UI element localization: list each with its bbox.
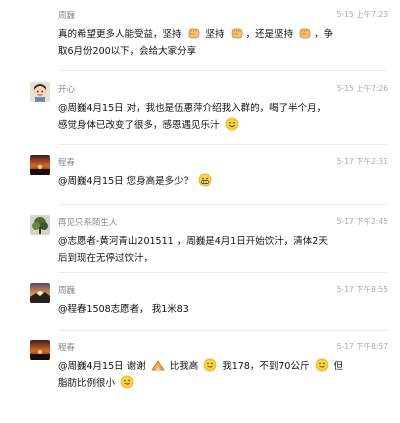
comment-text-line: 脂肪比例很小	[58, 375, 378, 392]
comment-text: 真的希望更多人能受益，坚持 坚持 ，还是坚持 ，争取6月份200以下，会给大家分…	[58, 26, 378, 60]
commenter-name[interactable]: 程春	[58, 156, 75, 168]
comment-timestamp: 5-17 下午2:31	[336, 157, 388, 166]
avatar[interactable]	[30, 82, 50, 102]
comment-text-line: 取6月份200以下，会给大家分享	[58, 46, 197, 57]
comment-text: @周巍4月15日 对，我也是伍惠萍介绍我入群的，喝了半个月， 感觉身体已改变了很多…	[58, 100, 378, 134]
fist-emoji-icon	[230, 26, 244, 40]
comment-text-line: @周巍4月15日 您身高是多少？	[58, 173, 378, 190]
comment-divider	[58, 204, 388, 205]
commenter-name[interactable]: 开心	[58, 83, 75, 95]
comment-divider	[58, 70, 388, 71]
comment-timestamp: 5-17 下午8:55	[336, 285, 388, 294]
comment-text-line: @程春1508志愿者， 我1米83	[58, 304, 189, 315]
comment-text: @志愿者-黄河青山201511 ，周巍是4月1日开始饮汁，清体2天 后到现在无停过…	[58, 233, 378, 267]
commenter-name[interactable]: 再见只系陌生人	[58, 216, 118, 228]
comment-divider	[58, 272, 388, 273]
comment-text-line: 后到现在无停过饮汁，	[58, 253, 154, 264]
avatar[interactable]	[30, 283, 50, 303]
tongue-emoji-icon	[120, 375, 134, 389]
comment-timestamp: 5-15 上午7:23	[336, 10, 388, 19]
bow-emoji-icon	[151, 358, 165, 372]
comment-divider	[58, 330, 388, 331]
fist-emoji-icon	[298, 26, 312, 40]
avatar[interactable]	[30, 155, 50, 175]
commenter-name[interactable]: 周巍	[58, 9, 75, 21]
smile-emoji-icon	[225, 117, 239, 131]
comment-text-line: 感觉身体已改变了很多，感恩遇见乐汁	[58, 117, 378, 134]
grin-emoji-icon	[198, 173, 212, 187]
avatar[interactable]	[30, 340, 50, 360]
comment-text: @周巍4月15日 您身高是多少？	[58, 173, 378, 190]
commenter-name[interactable]: 程春	[58, 341, 75, 353]
comment-text-line: 真的希望更多人能受益，坚持 坚持 ，还是坚持 ，争	[58, 26, 378, 43]
comment-text: @周巍4月15日 谢谢 比我高 我178，不到70公斤 但脂肪比例很小	[58, 358, 378, 392]
comment-timestamp: 5-17 下午2:45	[336, 217, 388, 226]
comment-text-line: @志愿者-黄河青山201511 ，周巍是4月1日开始饮汁，清体2天	[58, 236, 328, 247]
fist-emoji-icon	[187, 26, 201, 40]
comment-timestamp: 5-17 下午8:57	[336, 342, 388, 351]
tongue-emoji-icon	[315, 358, 329, 372]
avatar[interactable]	[30, 215, 50, 235]
comment-text-line: @周巍4月15日 谢谢 比我高 我178，不到70公斤 但	[58, 358, 378, 375]
comment-divider	[58, 144, 388, 145]
comment-text-line: @周巍4月15日 对，我也是伍惠萍介绍我入群的，喝了半个月，	[58, 103, 327, 114]
tongue-emoji-icon	[203, 358, 217, 372]
comment-timestamp: 5-15 上午7:26	[336, 84, 388, 93]
comment-feed: 周巍 5-15 上午7:23 真的希望更多人能受益，坚持 坚持 ，还是坚持 ，争取6…	[0, 0, 400, 423]
commenter-name[interactable]: 周巍	[58, 284, 75, 296]
comment-text: @程春1508志愿者， 我1米83	[58, 301, 378, 318]
